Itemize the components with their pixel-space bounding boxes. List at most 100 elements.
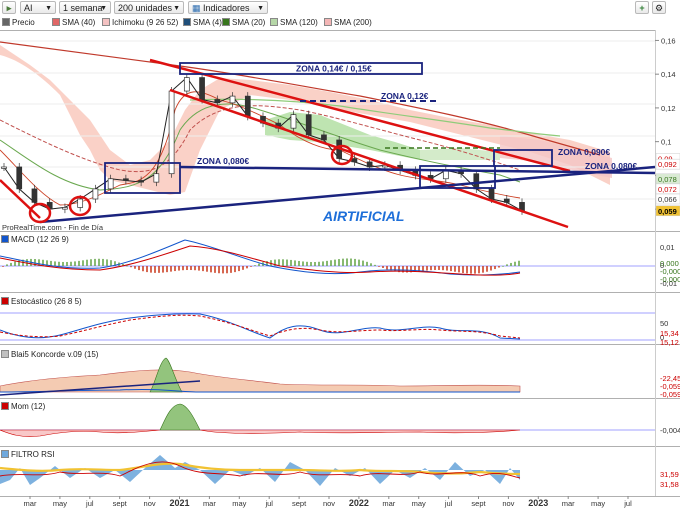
macd-histogram-bar [250,266,252,267]
candle-body [503,198,510,203]
time-tick-label: sept [292,499,307,508]
macd-histogram-bar [14,261,16,266]
candle-body [321,134,327,141]
zona-012-label: ZONA 0,12€ [381,91,429,101]
macd-histogram-bar [502,265,504,267]
macd-histogram-bar [294,260,296,266]
macd-histogram-bar [110,260,112,266]
source-label: ProRealTime.com - Fin de Día [2,223,104,232]
macd-histogram-bar [382,266,384,268]
macd-histogram-bar [306,261,308,266]
macd-histogram-bar [458,266,460,273]
macd-histogram-bar [422,266,424,271]
macd-histogram-bar [298,260,300,266]
macd-histogram-bar [514,261,516,266]
macd-histogram-bar [342,258,344,266]
macd-histogram-bar [234,266,236,273]
macd-histogram-bar [198,266,200,271]
price-badge-label: 0,092 [658,160,677,169]
price-line [3,76,523,212]
candle-body [16,166,23,190]
macd-histogram-bar [238,266,240,272]
rsi-badge-label: 31,59 [660,470,679,479]
macd-histogram-bar [290,259,292,266]
price-tick-label: 0,14 [661,70,676,79]
macd-histogram-bar [334,259,336,266]
macd-histogram-bar [194,266,196,271]
macd-histogram-bar [386,266,388,270]
macd-histogram-bar [218,266,220,274]
macd-histogram-bar [494,266,496,270]
macd-histogram-bar [210,266,212,273]
zona-top-label: ZONA 0,14€ / 0,15€ [296,64,372,74]
macd-histogram-bar [90,259,92,266]
time-tick-label: 2022 [349,498,369,508]
macd-histogram-bar [186,266,188,271]
koncorde-panel [0,357,521,396]
koncorde-header[interactable]: Blai5 Koncorde v.09 (15) [1,349,99,360]
macd-histogram-bar [466,266,468,274]
macd-signal-line [0,245,521,276]
time-tick-label: jul [623,499,632,508]
rsi-header[interactable]: FILTRO RSI [1,449,55,460]
macd-histogram-bar [346,258,348,266]
macd-histogram-bar [510,262,512,266]
panel-swatch [1,402,9,410]
macd-histogram-bar [142,266,144,272]
macd-histogram-bar [10,262,12,266]
macd-histogram-bar [246,266,248,269]
candle-body [351,158,358,163]
price-badge-label: 0,072 [658,185,677,194]
candle-body [153,173,160,183]
panel-swatch [1,297,9,305]
momentum-title: Mom (12) [11,402,46,411]
macd-histogram-bar [370,263,372,266]
macd-histogram-bar [82,260,84,266]
time-tick-label: mar [562,499,575,508]
candle-body [290,114,297,129]
macd-histogram-bar [154,266,156,273]
macd-histogram-bar [214,266,216,273]
zona-080-right-label: ZONA 0,080€ [585,161,637,171]
stochastic-k-line [0,313,521,340]
macd-histogram-bar [506,264,508,266]
candle-body [229,95,236,104]
candle-body [473,173,480,190]
koncorde-badge-label: -0,059 [660,390,680,399]
macd-histogram-bar [462,266,464,273]
price-tick-label: 0,16 [661,36,676,45]
macd-histogram-bar [442,266,444,271]
macd-histogram-bar [450,266,452,272]
time-tick-label: 2023 [528,498,548,508]
time-tick-label: may [412,499,426,508]
macd-histogram-bar [478,266,480,274]
time-axis: mar may jul sept nov 2021 mar may jul sept nov 2022… [24,496,632,508]
macd-histogram-bar [350,258,352,266]
candle-body [244,95,251,117]
chart-canvas[interactable]: ZONA 0,14€ / 0,15€ ZONA 0,12€ ZONA 0,080… [0,0,680,508]
macd-histogram-bar [378,266,380,267]
macd-histogram-bar [158,266,160,273]
momentum-area [0,429,521,437]
momentum-header[interactable]: Mom (12) [1,401,46,412]
momentum-badge-label: -0,004 [660,426,680,435]
macd-histogram-bar [138,266,140,271]
macd-header[interactable]: MACD (12 26 9) [1,234,69,245]
candle-body [31,188,38,203]
stochastic-badge-label: 15,12 [660,338,679,347]
time-tick-label: nov [144,499,156,508]
stochastic-header[interactable]: Estocástico (26 8 5) [1,296,82,307]
macd-histogram-bar [470,266,472,274]
macd-histogram-bar [190,266,192,271]
time-tick-label: nov [502,499,514,508]
macd-histogram-bar [58,261,60,266]
macd-histogram-bar [226,266,228,274]
macd-histogram-bar [150,266,152,273]
candle-body [107,178,114,190]
macd-histogram-bar [278,259,280,266]
candle-body [183,77,190,92]
macd-histogram-bar [2,266,4,267]
macd-histogram-bar [518,260,520,266]
macd-histogram-bar [126,265,128,267]
koncorde-brown-area [0,369,521,393]
